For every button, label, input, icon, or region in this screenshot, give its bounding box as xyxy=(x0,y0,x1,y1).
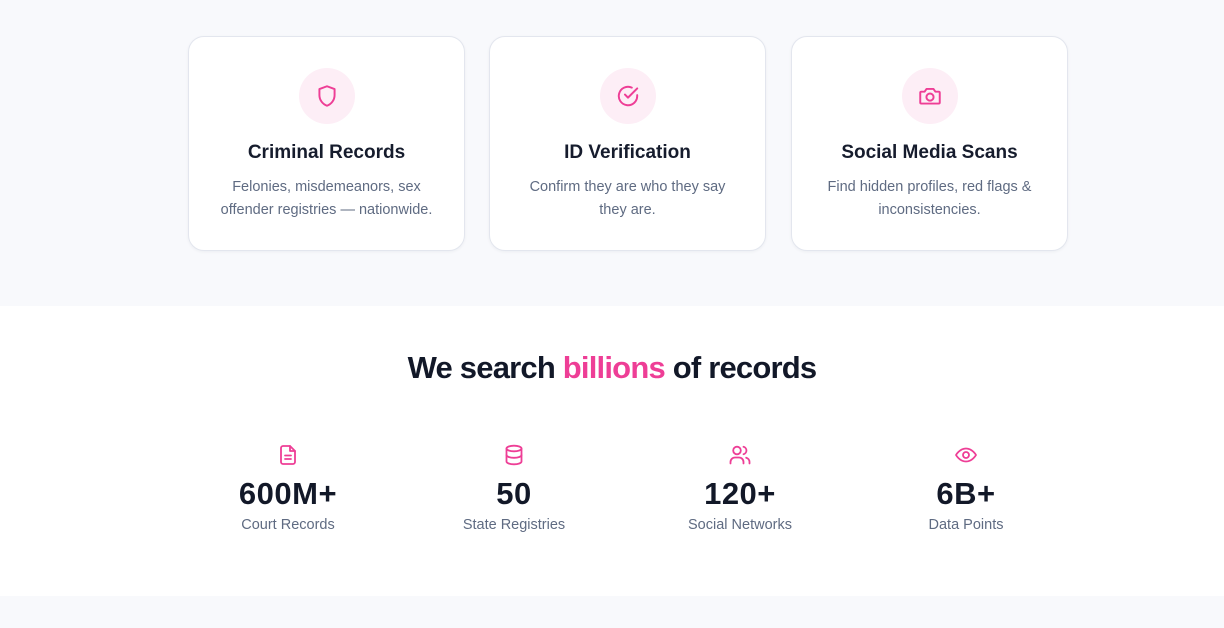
feature-title: ID Verification xyxy=(564,142,691,163)
heading-text-start: We search xyxy=(407,350,563,385)
feature-card-social-media-scans: Social Media Scans Find hidden profiles,… xyxy=(791,36,1068,251)
stat-social-networks: 120+ Social Networks xyxy=(630,440,850,533)
stat-data-points: 6B+ Data Points xyxy=(856,440,1076,533)
stat-value: 600M+ xyxy=(238,476,338,511)
eye-icon xyxy=(856,440,1076,470)
feature-card-id-verification: ID Verification Confirm they are who the… xyxy=(489,36,766,251)
feature-description: Find hidden profiles, red flags & incons… xyxy=(827,179,1032,218)
check-circle-icon xyxy=(599,68,656,124)
stat-value: 50 xyxy=(496,476,532,511)
feature-description: Felonies, misdemeanors, sex offender reg… xyxy=(220,179,433,218)
stat-label: Data Points xyxy=(928,517,1004,533)
stat-label: State Registries xyxy=(462,517,566,533)
stat-label: Court Records xyxy=(241,517,335,533)
shield-icon xyxy=(298,68,355,124)
heading-text-end: of records xyxy=(664,350,817,385)
next-section-background xyxy=(0,596,1224,628)
features-section: Criminal Records Felonies, misdemeanors,… xyxy=(0,0,1224,306)
users-icon xyxy=(630,440,850,470)
stat-state-registries: 50 State Registries xyxy=(404,440,624,533)
stat-label: Social Networks xyxy=(688,517,792,533)
stat-court-records: 600M+ Court Records xyxy=(178,440,398,533)
database-icon xyxy=(404,440,624,470)
feature-card-criminal-records: Criminal Records Felonies, misdemeanors,… xyxy=(188,36,465,251)
feature-description: Confirm they are who they say they are. xyxy=(529,179,726,218)
camera-icon xyxy=(901,68,958,124)
feature-title: Criminal Records xyxy=(247,142,406,163)
document-icon xyxy=(178,440,398,470)
feature-title: Social Media Scans xyxy=(841,142,1018,163)
stats-heading: We search billions of records xyxy=(0,350,1224,386)
heading-accent-word: billions xyxy=(562,350,666,385)
stat-value: 120+ xyxy=(704,476,776,511)
stat-value: 6B+ xyxy=(936,476,996,511)
